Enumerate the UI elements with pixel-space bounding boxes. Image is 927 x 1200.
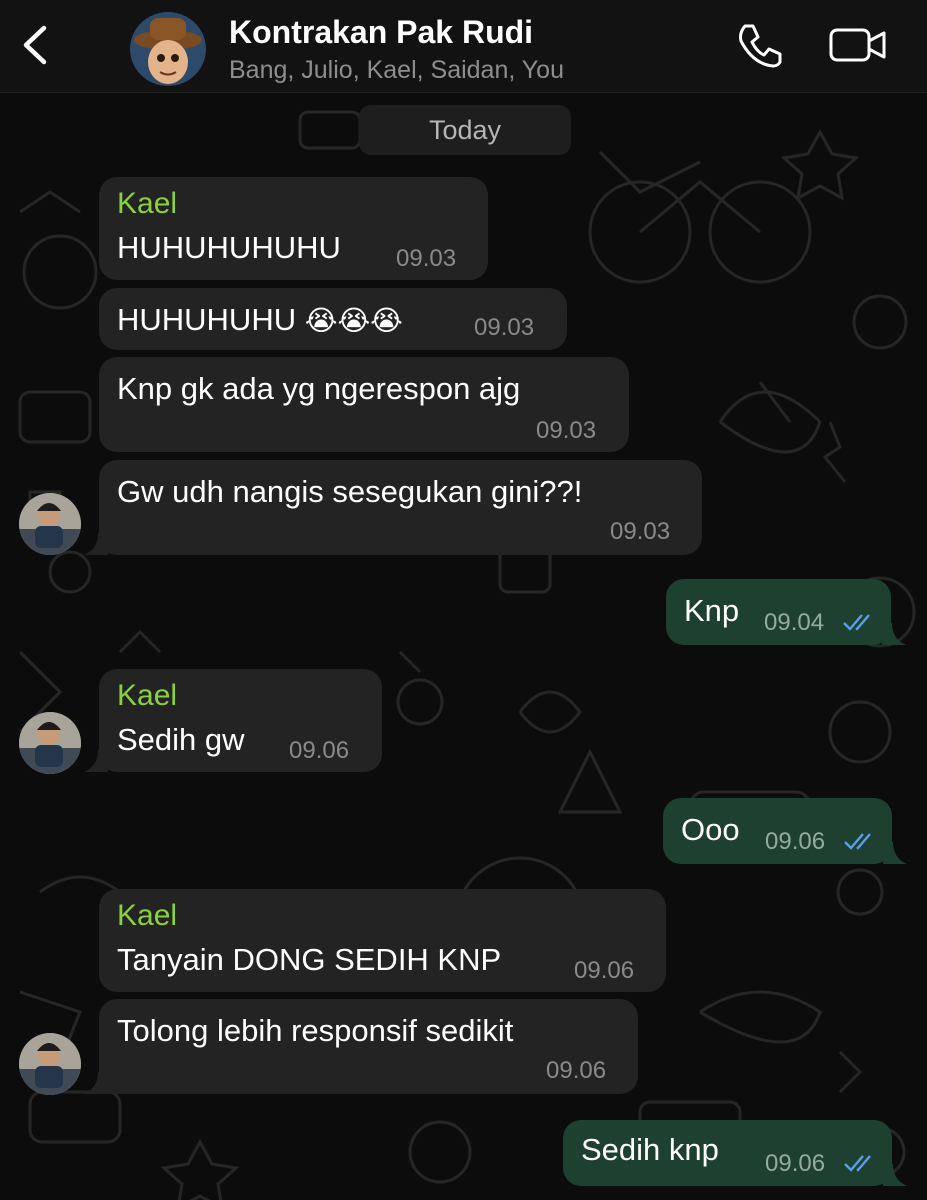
- group-avatar[interactable]: [130, 12, 206, 86]
- message-text: Ooo: [681, 812, 740, 847]
- double-check-icon: [843, 614, 870, 631]
- avatar[interactable]: [19, 1033, 81, 1095]
- message-text: Sedih knp: [581, 1132, 719, 1167]
- message-text: HUHUHUHUHU: [117, 230, 341, 265]
- chat-title[interactable]: Kontrakan Pak Rudi: [229, 14, 533, 51]
- message-text: Knp: [684, 593, 740, 628]
- message-bubble[interactable]: HUHUHUHU 😭😭😭 09.03: [99, 288, 567, 350]
- message-time: 09.03: [610, 518, 671, 545]
- message-text: Tolong lebih responsif sedikit: [117, 1013, 514, 1048]
- participants-list[interactable]: Bang, Julio, Kael, Saidan, You: [229, 56, 564, 85]
- message-text: Knp gk ada yg ngerespon ajg: [117, 371, 521, 406]
- message-time: 09.03: [396, 245, 457, 272]
- message-time: 09.03: [474, 314, 535, 341]
- message-bubble[interactable]: Ooo 09.06: [663, 798, 892, 864]
- message-bubble[interactable]: Kael Sedih gw 09.06: [99, 669, 382, 772]
- phone-icon[interactable]: [735, 20, 785, 70]
- message-time: 09.06: [289, 737, 350, 764]
- message-bubble[interactable]: Knp gk ada yg ngerespon ajg 09.03: [99, 357, 629, 452]
- double-check-icon: [844, 833, 871, 850]
- double-check-icon: [844, 1155, 871, 1172]
- message-bubble[interactable]: Sedih knp 09.06: [563, 1120, 892, 1186]
- chevron-left-icon[interactable]: [14, 20, 54, 70]
- date-separator: Today: [359, 105, 571, 155]
- message-time: 09.06: [574, 957, 635, 984]
- chat-header: Kontrakan Pak Rudi Bang, Julio, Kael, Sa…: [0, 0, 927, 93]
- bubble-tail: [84, 750, 108, 772]
- message-text: HUHUHUHU 😭😭😭: [117, 302, 403, 337]
- sender-name: Kael: [117, 187, 178, 220]
- avatar[interactable]: [19, 712, 81, 774]
- message-bubble[interactable]: Knp 09.04: [666, 579, 891, 645]
- message-time: 09.03: [536, 417, 597, 444]
- message-time: 09.04: [764, 609, 825, 636]
- bubble-tail: [883, 1164, 907, 1186]
- avatar[interactable]: [19, 493, 81, 555]
- message-bubble[interactable]: Kael Tanyain DONG SEDIH KNP 09.06: [99, 889, 666, 992]
- chat-screen: Kontrakan Pak Rudi Bang, Julio, Kael, Sa…: [0, 0, 927, 1200]
- message-text: Sedih gw: [117, 722, 245, 757]
- bubble-tail: [84, 533, 108, 555]
- bubble-tail: [84, 1072, 108, 1094]
- crying-face-emoji: 😭😭😭: [304, 304, 403, 337]
- bubble-tail: [882, 623, 906, 645]
- video-camera-icon[interactable]: [828, 22, 888, 68]
- message-text: Tanyain DONG SEDIH KNP: [117, 942, 502, 977]
- message-bubble[interactable]: Kael HUHUHUHUHU 09.03: [99, 177, 488, 280]
- message-time: 09.06: [546, 1057, 607, 1084]
- message-bubble[interactable]: Tolong lebih responsif sedikit 09.06: [99, 999, 638, 1094]
- bubble-tail: [883, 842, 907, 864]
- message-text: Gw udh nangis sesegukan gini??!: [117, 474, 583, 509]
- message-bubble[interactable]: Gw udh nangis sesegukan gini??! 09.03: [99, 460, 702, 555]
- sender-name: Kael: [117, 679, 178, 712]
- message-time: 09.06: [765, 1150, 826, 1177]
- sender-name: Kael: [117, 899, 178, 932]
- message-time: 09.06: [765, 828, 826, 855]
